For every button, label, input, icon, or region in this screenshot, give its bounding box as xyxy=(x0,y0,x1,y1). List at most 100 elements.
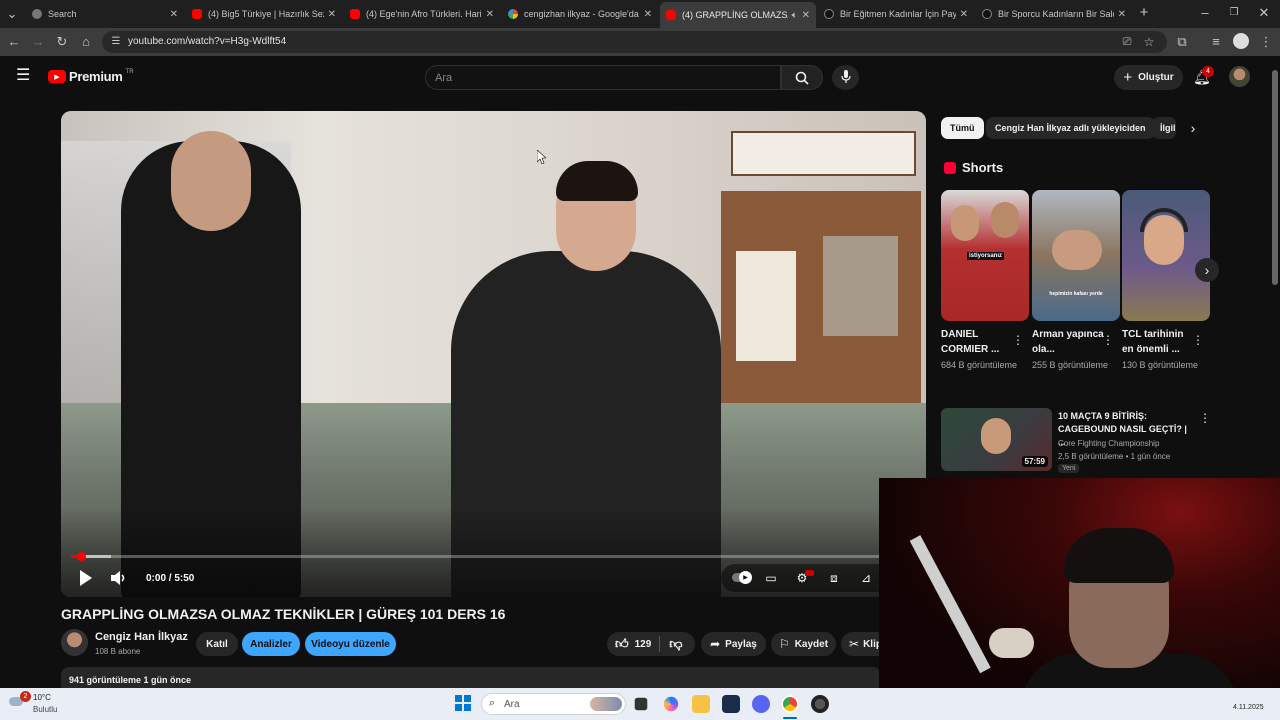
cast-icon[interactable]: ⊿ xyxy=(858,570,874,586)
chrome-menu-icon[interactable]: ⋮ xyxy=(1258,34,1274,50)
page-scrollbar[interactable] xyxy=(1272,70,1278,285)
shorts-next-chevron-icon[interactable]: › xyxy=(1195,258,1219,282)
youtube-premium-logo[interactable]: ▶ Premium TR xyxy=(48,69,134,84)
mute-button[interactable] xyxy=(106,567,132,589)
weather-temperature[interactable]: 10°C xyxy=(33,693,51,702)
hamburger-menu-icon[interactable]: ☰ xyxy=(16,68,32,84)
short-title[interactable]: TCL tarihinin en önemli ... xyxy=(1122,327,1194,357)
discord-icon[interactable] xyxy=(752,695,770,713)
recommended-video-thumbnail[interactable]: 57:59 xyxy=(941,408,1052,471)
google-favicon-icon xyxy=(508,9,518,19)
speaker-icon[interactable]: 🔈︎ xyxy=(792,10,798,21)
recommended-menu-icon[interactable]: ⋮ xyxy=(1199,411,1211,425)
taskbar-search-box[interactable]: ⌕ Ara xyxy=(481,693,626,715)
account-avatar[interactable] xyxy=(1229,66,1250,87)
share-button[interactable]: ➦ Paylaş xyxy=(701,632,766,656)
close-tab-icon[interactable]: ✕ xyxy=(328,9,336,20)
forward-icon[interactable]: → xyxy=(30,34,46,50)
copilot-icon[interactable] xyxy=(663,696,679,712)
short-menu-icon[interactable]: ⋮ xyxy=(1012,333,1024,347)
new-tab-icon[interactable]: + xyxy=(1136,5,1152,21)
reload-icon[interactable]: ↻ xyxy=(54,34,70,50)
short-thumbnail[interactable]: hepimizin kafası yerde xyxy=(1032,190,1120,321)
autoplay-toggle[interactable]: ▶ xyxy=(731,570,753,586)
close-tab-icon[interactable]: ✕ xyxy=(1118,9,1126,20)
dislike-thumb-icon[interactable]: 👎︎ xyxy=(669,636,682,652)
subtitles-icon[interactable]: ▭ xyxy=(763,570,779,586)
analytics-button[interactable]: Analizler xyxy=(242,632,300,656)
progress-scrubber-handle[interactable] xyxy=(77,552,86,561)
video-player[interactable]: 0:00 / 5:50 ▶ ▭ ⚙ ⧈ ⊿ xyxy=(61,111,926,597)
create-button[interactable]: + Oluştur xyxy=(1114,65,1183,90)
miniplayer-icon[interactable]: ⧈ xyxy=(826,570,842,586)
browser-tab-strip: ⌄ Search ✕ (4) Big5 Türkiye | Hazırlık S… xyxy=(0,0,1280,28)
back-icon[interactable]: ← xyxy=(6,34,22,50)
browser-tab-7[interactable]: Bir Sporcu Kadınların Bir Saldırı ✕ xyxy=(976,3,1132,25)
taskbar-search-icon: ⌕ xyxy=(489,697,496,709)
play-button[interactable] xyxy=(73,567,99,589)
close-window-icon[interactable]: ✕ xyxy=(1256,5,1272,21)
file-explorer-icon[interactable] xyxy=(692,695,710,713)
taskbar-date[interactable]: 4.11.2025 xyxy=(1233,704,1264,711)
short-title[interactable]: DANIEL CORMIER ... xyxy=(941,327,1013,357)
extensions-icon[interactable]: ⧉ xyxy=(1174,34,1190,50)
channel-name[interactable]: Cengiz Han İlkyaz xyxy=(95,631,188,643)
task-view-icon[interactable] xyxy=(634,697,648,711)
bookmark-star-icon[interactable]: ☆ xyxy=(1141,34,1157,50)
media-control-icon[interactable]: ≡ xyxy=(1208,34,1224,50)
profile-avatar-icon[interactable] xyxy=(1233,33,1249,49)
short-menu-icon[interactable]: ⋮ xyxy=(1192,333,1204,347)
short-title[interactable]: Arman yapınca ola... xyxy=(1032,327,1104,357)
mouse-cursor-icon xyxy=(537,150,546,164)
address-bar[interactable]: ☰ youtube.com/watch?v=H3g-Wdlft54 ⎚ ☆ xyxy=(102,31,1167,53)
code-editor-icon[interactable] xyxy=(722,695,740,713)
save-button[interactable]: ⚐ Kaydet xyxy=(771,632,836,656)
webcam-mic-arm xyxy=(909,535,991,674)
chip-related[interactable]: İlgili xyxy=(1152,117,1176,139)
close-tab-icon[interactable]: ✕ xyxy=(960,9,968,20)
recommended-channel[interactable]: Core Fighting Championship xyxy=(1058,439,1159,448)
short-caption: hepimizin kafası yerde xyxy=(1049,291,1103,297)
plus-icon: + xyxy=(1123,69,1133,86)
chrome-taskbar-icon[interactable] xyxy=(781,695,799,713)
restore-icon[interactable]: ❐ xyxy=(1226,5,1242,21)
tab-title: (4) Ege'nin Afro Türkleri. Harika xyxy=(366,9,482,19)
browser-tab-5-active[interactable]: (4) GRAPPLİNG OLMAZSA 🔈︎ ✕ xyxy=(660,2,816,28)
search-input[interactable]: Ara xyxy=(425,65,781,90)
like-thumb-icon[interactable]: 👍︎ xyxy=(615,636,629,652)
close-tab-icon[interactable]: ✕ xyxy=(486,9,494,20)
search-favicon-icon xyxy=(32,9,42,19)
windows-start-icon[interactable] xyxy=(455,695,473,713)
browser-tab-1[interactable]: Search ✕ xyxy=(26,3,184,25)
site-info-icon[interactable]: ☰ xyxy=(108,34,124,50)
browser-tab-6[interactable]: Bir Eğitmen Kadınlar İçin Paylaş ✕ xyxy=(818,3,974,25)
search-button[interactable] xyxy=(781,65,823,90)
home-icon[interactable]: ⌂ xyxy=(78,34,94,50)
short-caption: istiyorsanız xyxy=(967,252,1005,260)
join-button[interactable]: Katıl xyxy=(196,632,238,656)
short-menu-icon[interactable]: ⋮ xyxy=(1102,333,1114,347)
short-thumbnail[interactable] xyxy=(1122,190,1210,321)
chip-all[interactable]: Tümü xyxy=(941,117,984,139)
close-tab-icon[interactable]: ✕ xyxy=(170,9,178,20)
obs-icon[interactable] xyxy=(811,695,829,713)
browser-tab-3[interactable]: (4) Ege'nin Afro Türkleri. Harika ✕ xyxy=(344,3,500,25)
browser-tab-2[interactable]: (4) Big5 Türkiye | Hazırlık Sezonu ✕ xyxy=(186,3,342,25)
channel-avatar[interactable] xyxy=(61,629,88,656)
install-app-icon[interactable]: ⎚ xyxy=(1119,34,1135,50)
edit-video-button[interactable]: Videoyu düzenle xyxy=(305,632,396,656)
like-count[interactable]: 129 xyxy=(635,639,652,650)
chip-from-uploader[interactable]: Cengiz Han İlkyaz adlı yükleyiciden xyxy=(986,117,1155,139)
close-tab-icon[interactable]: ✕ xyxy=(644,9,652,20)
close-tab-icon[interactable]: ✕ xyxy=(802,10,810,21)
progress-bar[interactable] xyxy=(71,552,916,561)
clip-button[interactable]: ✂ Klip xyxy=(841,632,879,656)
browser-tab-4[interactable]: cengizhan ilkyaz - Google'da Ara ✕ xyxy=(502,3,658,25)
short-thumbnail[interactable]: istiyorsanız xyxy=(941,190,1029,321)
weather-description[interactable]: Bulutlu xyxy=(33,705,57,714)
tab-search-menu-icon[interactable]: ⌄ xyxy=(4,6,20,22)
minimize-icon[interactable]: – xyxy=(1197,5,1213,21)
chips-next-chevron-icon[interactable]: › xyxy=(1184,118,1202,138)
voice-search-button[interactable] xyxy=(832,65,859,90)
logo-text: Premium xyxy=(69,69,123,84)
